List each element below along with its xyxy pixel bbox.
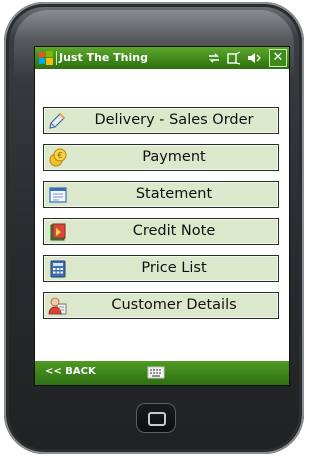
menu-price-list-button[interactable]: Price List [43, 255, 279, 282]
menu-item-label: Customer Details [111, 297, 237, 313]
status-separator [56, 51, 57, 65]
price-list-calculator-icon [50, 260, 66, 278]
keyboard-icon[interactable] [147, 365, 165, 380]
menu-customer-details-button[interactable]: Customer Details [43, 292, 279, 319]
statement-document-icon [49, 187, 67, 203]
screen-spacer [35, 341, 289, 361]
payment-coins-icon: € [49, 148, 67, 167]
connectivity-icon[interactable] [207, 51, 221, 65]
delivery-pencil-icon [49, 113, 65, 129]
device-screen: Just The Thing ✕ Delivery - Sales Order … [34, 46, 290, 386]
soft-key-bar: << BACK [35, 361, 289, 385]
signal-icon[interactable] [227, 51, 241, 65]
windows-flag-icon[interactable] [38, 50, 54, 66]
home-button[interactable] [137, 404, 175, 432]
menu-item-label: Statement [135, 186, 213, 202]
credit-note-book-icon [50, 223, 66, 241]
menu-credit-note-button[interactable]: Credit Note [43, 218, 279, 245]
phone-frame: Just The Thing ✕ Delivery - Sales Order … [4, 2, 304, 454]
menu-item-label: Price List [141, 260, 207, 276]
status-bar: Just The Thing ✕ [35, 47, 289, 69]
menu-item-label: Delivery - Sales Order [94, 112, 254, 128]
app-title: Just The Thing [59, 51, 148, 64]
customer-contact-icon [48, 297, 67, 315]
svg-text:€: € [57, 151, 62, 160]
status-icons [207, 50, 261, 66]
back-button[interactable]: << BACK [45, 366, 96, 377]
menu-item-label: Payment [142, 149, 206, 165]
menu-statement-button[interactable]: Statement [43, 181, 279, 208]
home-icon [148, 412, 166, 426]
menu-item-label: Credit Note [132, 223, 216, 239]
menu-payment-button[interactable]: € Payment [43, 144, 279, 171]
menu-delivery-sales-order-button[interactable]: Delivery - Sales Order [43, 107, 279, 134]
close-button[interactable]: ✕ [269, 49, 287, 67]
volume-icon[interactable] [247, 51, 261, 65]
